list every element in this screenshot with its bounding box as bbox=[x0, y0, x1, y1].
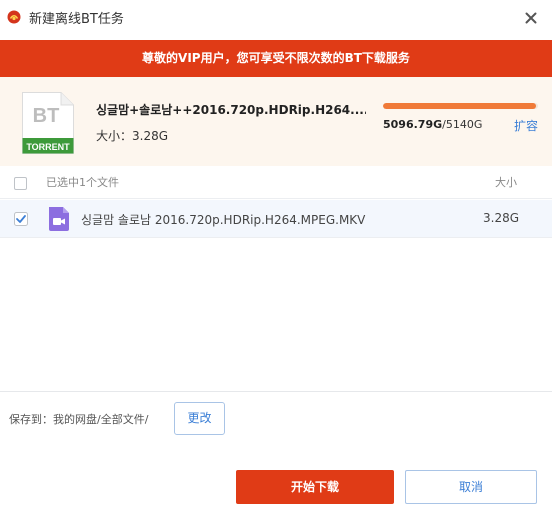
storage-quota-bar bbox=[383, 103, 538, 109]
save-location-label: 保存到：我的网盘/全部文件/ bbox=[9, 413, 149, 426]
footer-divider bbox=[0, 391, 552, 392]
expand-storage-link[interactable]: 扩容 bbox=[514, 117, 538, 134]
start-download-button[interactable]: 开始下载 bbox=[236, 470, 394, 504]
file-row[interactable]: 싱글맘 솔로남 2016.720p.HDRip.H264.MPEG.MKV 3.… bbox=[0, 200, 552, 238]
file-size: 3.28G bbox=[483, 211, 520, 225]
video-file-icon bbox=[49, 207, 69, 231]
close-icon[interactable] bbox=[519, 6, 543, 30]
torrent-name: 싱글맘+솔로남++2016.720p.HDRip.H264.... bbox=[96, 103, 366, 117]
storage-quota-text: 5096.79G/5140G bbox=[383, 118, 482, 131]
select-all-checkbox[interactable] bbox=[14, 177, 27, 190]
size-column-header: 大小 bbox=[495, 176, 517, 189]
file-list-header: 已选中1个文件 大小 bbox=[0, 166, 552, 199]
change-location-button[interactable]: 更改 bbox=[174, 402, 225, 435]
app-logo-icon bbox=[7, 10, 21, 24]
torrent-size: 大小：3.28G bbox=[96, 129, 169, 143]
file-checkbox[interactable] bbox=[14, 212, 28, 226]
selection-summary: 已选中1个文件 bbox=[46, 176, 119, 189]
torrent-info-panel: BT TORRENT 싱글맘+솔로남++2016.720p.HDRip.H264… bbox=[0, 77, 552, 166]
window-title: 新建离线BT任务 bbox=[29, 12, 124, 27]
title-bar: 新建离线BT任务 bbox=[0, 0, 552, 36]
storage-quota-fill bbox=[383, 103, 537, 109]
bt-torrent-file-icon: BT TORRENT bbox=[22, 92, 74, 154]
cancel-button[interactable]: 取消 bbox=[405, 470, 537, 504]
quota-total: /5140G bbox=[442, 118, 483, 131]
file-name: 싱글맘 솔로남 2016.720p.HDRip.H264.MPEG.MKV bbox=[81, 213, 366, 227]
quota-used: 5096.79G bbox=[383, 118, 443, 131]
vip-banner: 尊敬的VIP用户，您可享受不限次数的BT下载服务 bbox=[0, 40, 552, 77]
bt-icon-label: BT bbox=[33, 105, 60, 127]
torrent-icon-label: TORRENT bbox=[26, 142, 70, 152]
